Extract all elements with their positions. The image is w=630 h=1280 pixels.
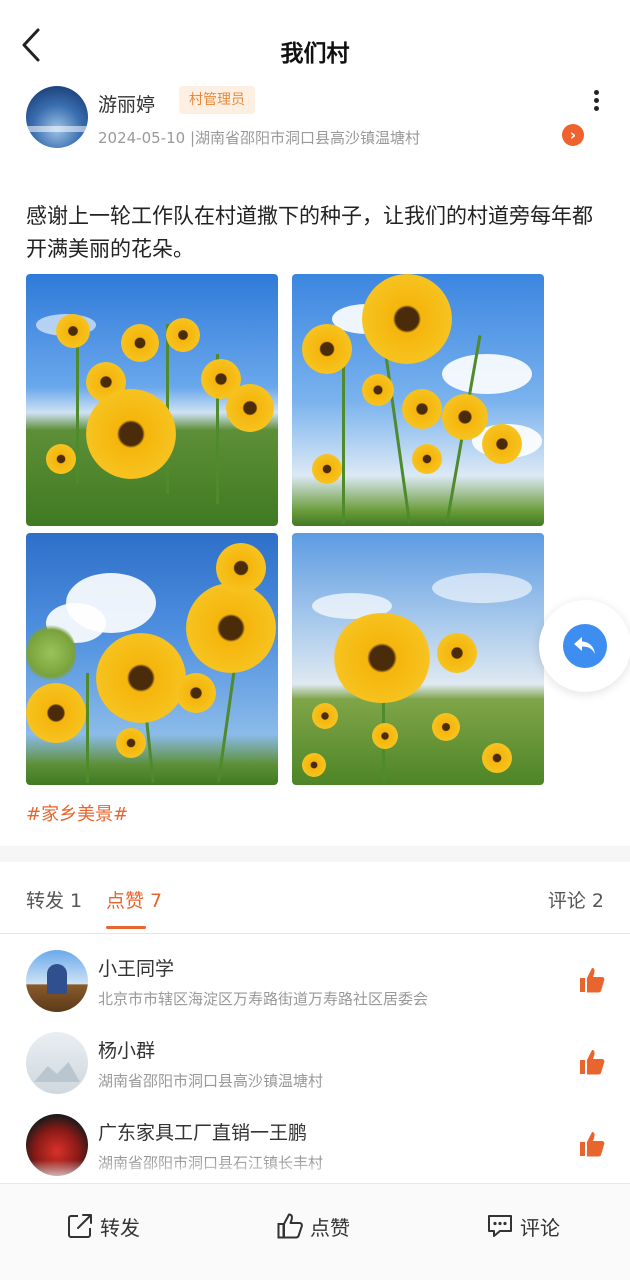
role-badge: 村管理员 bbox=[179, 86, 255, 114]
thumbs-up-outline-icon bbox=[277, 1213, 303, 1239]
comment-button[interactable]: 评论 bbox=[486, 1208, 560, 1244]
avatar[interactable] bbox=[26, 1032, 88, 1094]
forward-label: 转发 bbox=[100, 1215, 140, 1240]
reply-icon bbox=[563, 624, 607, 668]
location-go-button[interactable]: › bbox=[562, 124, 584, 146]
comment-icon bbox=[488, 1215, 512, 1237]
post-image-2[interactable] bbox=[292, 274, 544, 526]
bottom-action-bar: 转发 点赞 评论 bbox=[0, 1183, 630, 1280]
tab-forward[interactable]: 转发 1 bbox=[26, 886, 82, 913]
liker-name: 杨小群 bbox=[98, 1040, 156, 1062]
tab-comment[interactable]: 评论 2 bbox=[548, 886, 604, 913]
post-image-3[interactable] bbox=[26, 533, 278, 785]
floating-reply-button[interactable] bbox=[539, 600, 630, 692]
thumbs-up-icon bbox=[580, 1132, 605, 1157]
chevron-right-icon: › bbox=[569, 126, 577, 144]
section-divider bbox=[0, 846, 630, 862]
tab-like[interactable]: 点赞 7 bbox=[106, 886, 162, 913]
liker-name: 广东家具工厂直销一王鹏 bbox=[98, 1122, 308, 1144]
topic-tag[interactable]: #家乡美景# bbox=[26, 800, 128, 826]
post-text: 感谢上一轮工作队在村道撒下的种子，让我们的村道旁每年都开满美丽的花朵。 bbox=[26, 204, 593, 261]
more-vertical-icon bbox=[586, 90, 606, 111]
list-fade bbox=[0, 1160, 630, 1184]
author-avatar[interactable] bbox=[26, 86, 88, 148]
list-item[interactable]: 小王同学 北京市市辖区海淀区万寿路街道万寿路社区居委会 bbox=[26, 950, 606, 1022]
active-tab-indicator bbox=[106, 926, 146, 929]
thumbs-up-icon bbox=[580, 1050, 605, 1075]
list-item[interactable]: 杨小群 湖南省邵阳市洞口县高沙镇温塘村 bbox=[26, 1032, 606, 1104]
page-title: 我们村 bbox=[280, 41, 350, 67]
interaction-tabs: 转发 1 点赞 7 评论 2 bbox=[0, 862, 630, 934]
like-label: 点赞 bbox=[310, 1215, 350, 1240]
top-bar: 我们村 bbox=[0, 0, 630, 92]
comment-label: 评论 bbox=[520, 1215, 560, 1240]
post-image-4[interactable] bbox=[292, 533, 544, 785]
post-image-1[interactable] bbox=[26, 274, 278, 526]
like-button[interactable]: 点赞 bbox=[276, 1208, 350, 1244]
more-options-button[interactable] bbox=[586, 88, 606, 112]
liker-location: 湖南省邵阳市洞口县高沙镇温塘村 bbox=[98, 1072, 324, 1090]
author-name[interactable]: 游丽婷 bbox=[98, 90, 155, 117]
avatar[interactable] bbox=[26, 950, 88, 1012]
thumbs-up-icon bbox=[580, 968, 605, 993]
liker-location: 北京市市辖区海淀区万寿路街道万寿路社区居委会 bbox=[98, 990, 429, 1008]
liker-name: 小王同学 bbox=[98, 958, 175, 980]
share-icon bbox=[68, 1214, 92, 1238]
post-meta: 2024-05-10 |湖南省邵阳市洞口县高沙镇温塘村 bbox=[98, 129, 420, 147]
forward-button[interactable]: 转发 bbox=[66, 1208, 140, 1244]
post-author: 游丽婷 村管理员 2024-05-10 |湖南省邵阳市洞口县高沙镇温塘村 › bbox=[26, 82, 606, 152]
